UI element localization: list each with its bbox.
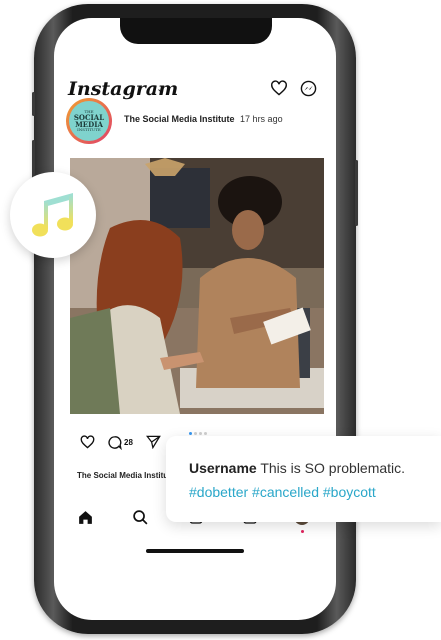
carousel-dot <box>199 432 202 436</box>
post-photo[interactable] <box>70 158 324 414</box>
comment-username[interactable]: Username <box>189 460 257 476</box>
carousel-dot <box>194 432 197 436</box>
carousel-dot <box>204 432 207 436</box>
music-note-icon <box>32 193 73 237</box>
post-photo-illustration <box>70 158 324 414</box>
post-timestamp: 17 hrs ago <box>240 114 283 124</box>
phone-screen: Instagram ⌄ THE SOCIAL MEDIA INSTITUTE T… <box>54 18 336 620</box>
chevron-down-icon[interactable]: ⌄ <box>156 82 165 95</box>
messenger-icon[interactable] <box>300 80 317 97</box>
overlay-comment-line: Username This is SO problematic. <box>189 460 405 476</box>
avatar-logo: THE SOCIAL MEDIA INSTITUTE <box>69 101 109 141</box>
mute-switch <box>32 92 35 116</box>
share-send-icon[interactable] <box>146 435 161 449</box>
power-button <box>355 160 358 226</box>
comment-hashtags[interactable]: #dobetter #cancelled #boycott <box>189 484 376 500</box>
notch <box>120 18 272 44</box>
notification-dot <box>301 530 304 533</box>
post-meta: The Social Media Institute 17 hrs ago <box>124 114 283 124</box>
music-badge <box>10 172 96 258</box>
avatar-logo-text-main: SOCIAL MEDIA <box>73 113 105 129</box>
author-avatar[interactable]: THE SOCIAL MEDIA INSTITUTE <box>66 98 112 144</box>
carousel-dot-active <box>189 432 192 436</box>
post-author-name[interactable]: The Social Media Institute <box>124 114 235 124</box>
overlay-comment-card: Username This is SO problematic. #dobett… <box>166 436 441 522</box>
caption-author[interactable]: The Social Media Institute <box>77 471 171 480</box>
search-icon[interactable] <box>132 509 149 526</box>
heart-outline-icon[interactable] <box>270 80 288 96</box>
comment-count: 28 <box>124 438 133 447</box>
like-heart-icon[interactable] <box>80 435 95 449</box>
home-icon[interactable] <box>77 509 94 526</box>
post-header: THE SOCIAL MEDIA INSTITUTE The Social Me… <box>66 98 326 148</box>
comment-text: This is SO problematic. <box>260 460 406 476</box>
home-indicator <box>146 549 244 553</box>
comment-icon[interactable] <box>107 435 122 450</box>
avatar-logo-text-bottom: INSTITUTE <box>77 127 101 132</box>
